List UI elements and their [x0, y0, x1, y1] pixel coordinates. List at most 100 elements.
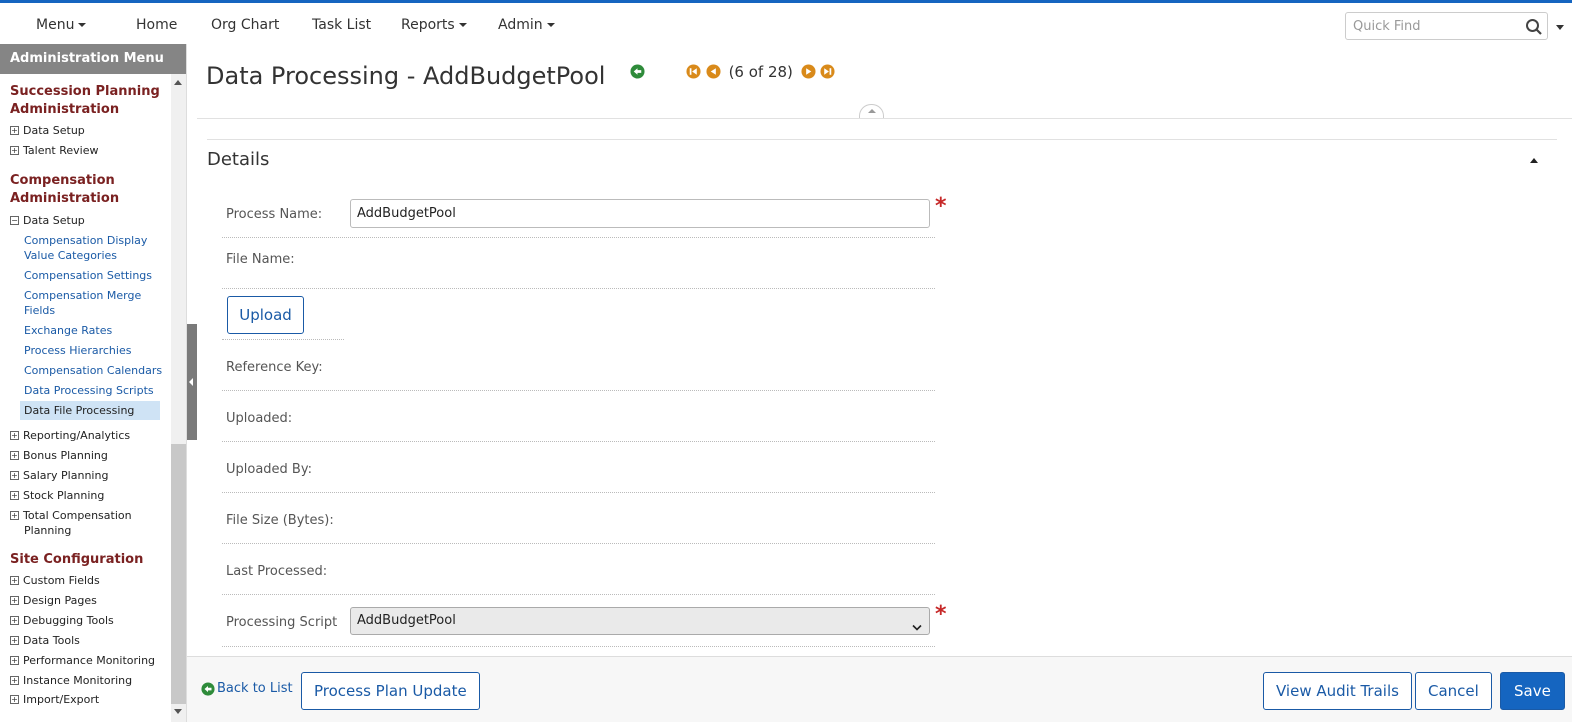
- sidebar-item-label: Salary Planning: [23, 469, 109, 482]
- sidebar-item-import-export[interactable]: + Import/Export: [10, 692, 99, 707]
- sidebar-item-design-pages[interactable]: + Design Pages: [10, 593, 97, 608]
- sidebar-link-data-file-processing[interactable]: Data File Processing: [20, 401, 160, 420]
- sidebar-item-reporting-analytics[interactable]: + Reporting/Analytics: [10, 428, 130, 443]
- expand-icon[interactable]: +: [10, 596, 19, 605]
- collapse-icon[interactable]: −: [10, 216, 19, 225]
- upload-button[interactable]: Upload: [227, 296, 304, 334]
- action-footer: Back to List Process Plan Update View Au…: [187, 656, 1572, 722]
- sidebar-link-data-processing-scripts[interactable]: Data Processing Scripts: [24, 383, 164, 398]
- view-audit-trails-button[interactable]: View Audit Trails: [1263, 672, 1412, 710]
- process-plan-update-button[interactable]: Process Plan Update: [301, 672, 480, 710]
- sidebar-item-talent-review[interactable]: + Talent Review: [10, 143, 99, 158]
- expand-icon[interactable]: +: [10, 511, 19, 520]
- sidebar-link-display-value-categories[interactable]: Compensation Display Value Categories: [24, 233, 164, 263]
- nav-reports[interactable]: Reports: [401, 17, 467, 33]
- section-succession-planning: Succession Planning Administration: [10, 84, 160, 117]
- expand-icon[interactable]: +: [10, 491, 19, 500]
- sidebar-scroll-thumb[interactable]: [171, 444, 186, 704]
- save-button[interactable]: Save: [1500, 672, 1565, 710]
- file-name-row: File Name:: [222, 238, 935, 289]
- quick-find-input[interactable]: [1346, 13, 1516, 39]
- section-divider: [207, 139, 1557, 140]
- record-count: (6 of 28): [728, 62, 793, 81]
- expand-icon[interactable]: +: [10, 146, 19, 155]
- header-collapse-toggle[interactable]: [859, 104, 884, 118]
- expand-icon[interactable]: +: [10, 126, 19, 135]
- sidebar-item-label: Reporting/Analytics: [23, 429, 131, 442]
- last-record-icon[interactable]: [820, 62, 835, 80]
- admin-sidebar: Administration Menu Succession Planning …: [0, 44, 187, 722]
- reference-key-row: Reference Key:: [222, 340, 935, 391]
- sidebar-link-compensation-settings[interactable]: Compensation Settings: [24, 268, 164, 283]
- expand-icon[interactable]: +: [10, 576, 19, 585]
- back-arrow-icon[interactable]: [630, 64, 645, 83]
- top-navigation: Menu Home Org Chart Task List Reports Ad…: [0, 0, 1572, 44]
- sidebar-item-label: Import/Export: [23, 693, 100, 706]
- admin-label: Admin: [498, 17, 543, 33]
- sidebar-link-merge-fields[interactable]: Compensation Merge Fields: [24, 288, 164, 318]
- sidebar-item-label: Bonus Planning: [23, 449, 108, 462]
- quick-find-box: [1345, 12, 1548, 40]
- reference-key-label: Reference Key:: [226, 360, 323, 375]
- sidebar-item-total-compensation-planning[interactable]: + Total Compensation Planning: [10, 508, 160, 538]
- expand-icon[interactable]: +: [10, 471, 19, 480]
- page-title: Data Processing - AddBudgetPool: [206, 62, 606, 90]
- search-icon[interactable]: [1525, 18, 1543, 40]
- required-indicator: *: [935, 602, 947, 627]
- expand-icon[interactable]: +: [10, 616, 19, 625]
- menu-dropdown[interactable]: Menu: [36, 17, 87, 33]
- last-processed-row: Last Processed:: [222, 544, 935, 595]
- record-pager: (6 of 28): [686, 62, 835, 82]
- processing-script-select[interactable]: AddBudgetPool: [350, 607, 930, 635]
- expand-icon[interactable]: +: [10, 636, 19, 645]
- processing-script-label: Processing Script: [226, 615, 338, 630]
- first-record-icon[interactable]: [686, 62, 701, 80]
- sidebar-item-salary-planning[interactable]: + Salary Planning: [10, 468, 108, 483]
- expand-icon[interactable]: +: [10, 676, 19, 685]
- file-size-row: File Size (Bytes):: [222, 493, 935, 544]
- sidebar-link-compensation-calendars[interactable]: Compensation Calendars: [24, 363, 164, 378]
- sidebar-item-data-tools[interactable]: + Data Tools: [10, 633, 80, 648]
- nav-task-list[interactable]: Task List: [312, 17, 371, 33]
- chevron-down-icon: [458, 23, 467, 27]
- sidebar-item-stock-planning[interactable]: + Stock Planning: [10, 488, 104, 503]
- process-name-label: Process Name:: [226, 207, 323, 222]
- back-to-list-link[interactable]: Back to List: [201, 681, 293, 696]
- chevron-down-icon: [912, 616, 922, 642]
- next-record-icon[interactable]: [801, 62, 816, 80]
- previous-record-icon[interactable]: [706, 62, 721, 80]
- expand-icon[interactable]: +: [10, 431, 19, 440]
- scroll-down-icon[interactable]: [174, 709, 182, 714]
- sidebar-item-label: Performance Monitoring: [23, 654, 156, 667]
- sidebar-link-exchange-rates[interactable]: Exchange Rates: [24, 323, 164, 338]
- process-name-input[interactable]: [350, 199, 930, 228]
- expand-icon[interactable]: +: [10, 695, 19, 704]
- nav-admin[interactable]: Admin: [498, 17, 555, 33]
- sidebar-collapse-handle[interactable]: [187, 324, 197, 440]
- sidebar-item-instance-monitoring[interactable]: + Instance Monitoring: [10, 673, 132, 688]
- file-size-label: File Size (Bytes):: [226, 513, 334, 528]
- sidebar-item-bonus-planning[interactable]: + Bonus Planning: [10, 448, 108, 463]
- sidebar-item-succession-data-setup[interactable]: + Data Setup: [10, 123, 85, 138]
- sidebar-item-custom-fields[interactable]: + Custom Fields: [10, 573, 100, 588]
- sidebar-item-label: Design Pages: [23, 594, 97, 607]
- sidebar-link-process-hierarchies[interactable]: Process Hierarchies: [24, 343, 164, 358]
- nav-org-chart[interactable]: Org Chart: [211, 17, 279, 33]
- uploaded-label: Uploaded:: [226, 411, 293, 426]
- sidebar-item-performance-monitoring[interactable]: + Performance Monitoring: [10, 653, 155, 668]
- back-arrow-icon: [201, 681, 215, 696]
- required-indicator: *: [935, 194, 947, 219]
- back-to-list-label: Back to List: [217, 681, 293, 696]
- expand-icon[interactable]: +: [10, 451, 19, 460]
- nav-home[interactable]: Home: [136, 17, 177, 33]
- sidebar-item-debugging-tools[interactable]: + Debugging Tools: [10, 613, 114, 628]
- quick-find-dropdown-icon[interactable]: [1556, 25, 1564, 30]
- sidebar-item-label: Data Setup: [23, 124, 85, 137]
- scroll-up-icon[interactable]: [174, 80, 182, 85]
- sidebar-item-compensation-data-setup[interactable]: − Data Setup: [10, 213, 85, 228]
- collapse-section-icon[interactable]: [1530, 158, 1538, 163]
- expand-icon[interactable]: +: [10, 656, 19, 665]
- cancel-button[interactable]: Cancel: [1415, 672, 1492, 710]
- uploaded-row: Uploaded:: [222, 391, 935, 442]
- sidebar-header: Administration Menu: [0, 44, 186, 74]
